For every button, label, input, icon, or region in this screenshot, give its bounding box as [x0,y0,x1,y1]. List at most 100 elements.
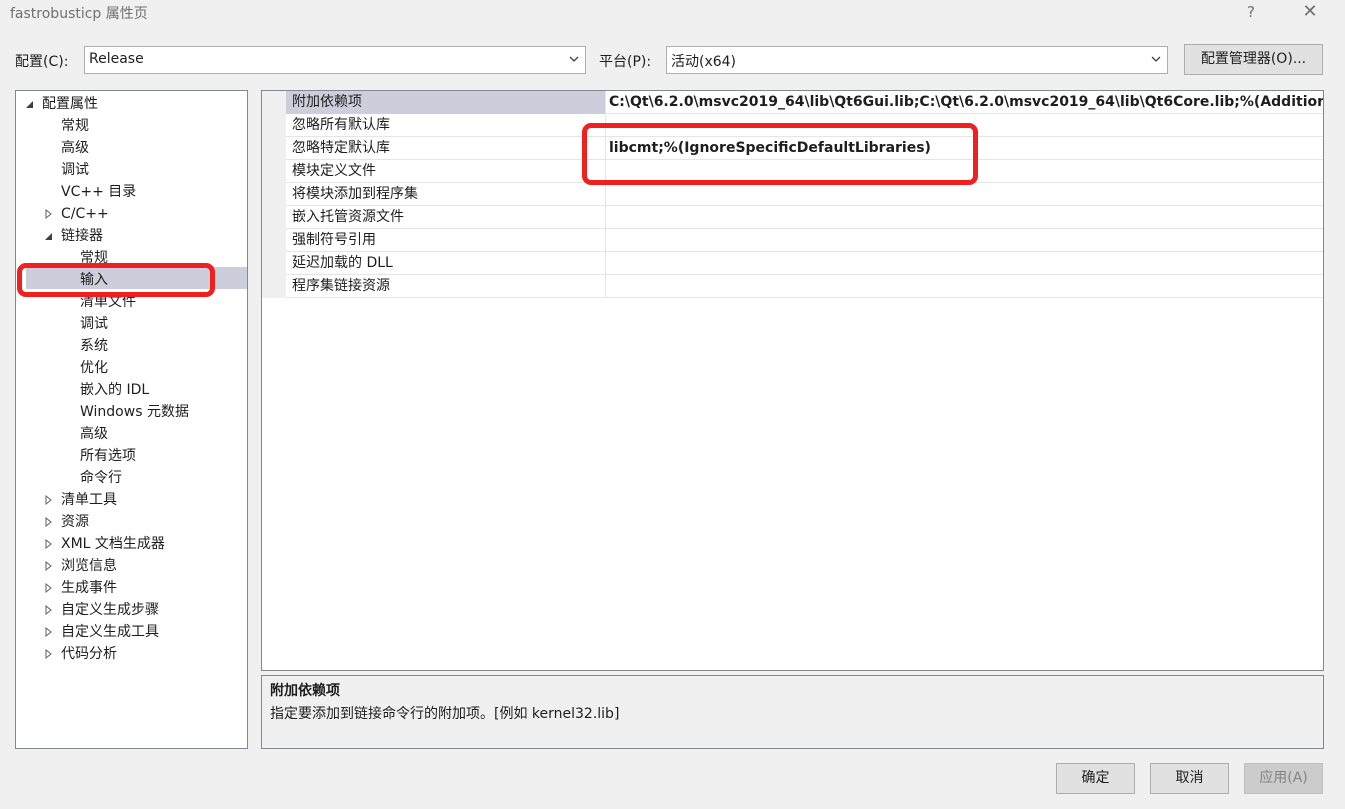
property-name: 程序集链接资源 [292,278,390,294]
config-label: 配置(C): [15,54,69,70]
collapsed-triangle-icon[interactable] [44,577,54,599]
collapsed-triangle-icon[interactable] [44,511,54,533]
collapsed-triangle-icon[interactable] [44,621,54,643]
platform-combobox[interactable]: 活动(x64) [666,46,1168,74]
grid-row[interactable]: 嵌入托管资源文件 [262,206,1323,229]
tree-item-label: 调试 [80,316,108,332]
tree-item[interactable]: 常规 [61,115,89,137]
tree-item[interactable]: 调试 [80,313,108,335]
tree-item[interactable]: 清单工具 [45,489,117,511]
expanded-triangle-icon[interactable] [25,93,35,115]
tree-item-label: 浏览信息 [61,558,117,574]
grid-row-gutter [262,137,286,160]
chevron-down-icon [1151,56,1161,62]
property-name: 忽略特定默认库 [292,140,390,156]
tree-item[interactable]: 配置属性 [26,93,98,115]
description-title: 附加依赖项 [270,683,340,699]
cancel-button[interactable]: 取消 [1150,763,1229,794]
tree-item-label: 嵌入的 IDL [80,382,150,398]
tree-item-label: C/C++ [61,206,109,222]
tree-item[interactable]: 所有选项 [80,445,136,467]
grid-row[interactable]: 程序集链接资源 [262,275,1323,298]
tree-item[interactable]: 资源 [45,511,89,533]
tree-item-label: 清单工具 [61,492,117,508]
tree-item-label: 高级 [80,426,108,442]
tree-item[interactable]: VC++ 目录 [61,181,136,203]
description-text: 指定要添加到链接命令行的附加项。[例如 kernel32.lib] [270,706,620,722]
collapsed-triangle-icon[interactable] [44,489,54,511]
property-name: 模块定义文件 [292,163,376,179]
ok-button[interactable]: 确定 [1056,763,1135,794]
grid-row-gutter [262,206,286,229]
close-button[interactable]: ✕ [1298,1,1322,25]
tree-item-label: 自定义生成工具 [61,624,159,640]
grid-column-divider [605,183,606,206]
grid-row[interactable]: 延迟加载的 DLL [262,252,1323,275]
tree-item[interactable]: 系统 [80,335,108,357]
tree-item[interactable]: Windows 元数据 [80,401,189,423]
config-value: Release [89,51,144,67]
tree-item[interactable]: C/C++ [45,203,109,225]
tree-item[interactable]: 优化 [80,357,108,379]
apply-button[interactable]: 应用(A) [1244,763,1323,794]
collapsed-triangle-icon[interactable] [44,533,54,555]
tree-item[interactable]: 高级 [61,137,89,159]
config-manager-button[interactable]: 配置管理器(O)... [1184,44,1323,75]
property-name: 嵌入托管资源文件 [292,209,404,225]
tree-item[interactable]: 代码分析 [45,643,117,665]
collapsed-triangle-icon[interactable] [44,643,54,665]
grid-row-gutter [262,252,286,275]
grid-row-gutter [262,160,286,183]
tree-item[interactable]: 命令行 [80,467,122,489]
grid-row-gutter [262,183,286,206]
property-tree[interactable]: 配置属性 常规 高级 调试 VC++ 目录 C/C++ 链接器 常规 输入 清单文件 调试 系统 优化嵌… [15,90,248,749]
tree-item-label: 配置属性 [42,96,98,112]
tree-item[interactable]: 自定义生成步骤 [45,599,159,621]
platform-value: 活动(x64) [671,54,737,70]
property-name: 强制符号引用 [292,232,376,248]
window-title: fastrobusticp 属性页 [10,6,148,22]
tree-item[interactable]: 自定义生成工具 [45,621,159,643]
annotation-box-input [17,263,215,297]
expanded-triangle-icon[interactable] [44,225,54,247]
grid-column-divider [605,206,606,229]
tree-item-label: 常规 [61,118,89,134]
tree-item[interactable]: 嵌入的 IDL [80,379,149,401]
grid-row[interactable]: 附加依赖项 C:\Qt\6.2.0\msvc2019_64\lib\Qt6Gui.… [262,91,1323,114]
platform-label-text: 平台(P): [599,54,652,70]
tree-item-label: 资源 [61,514,89,530]
tree-item-label: 优化 [80,360,108,376]
collapsed-triangle-icon[interactable] [44,555,54,577]
tree-item-label: 自定义生成步骤 [61,602,159,618]
title-bar [0,0,1345,28]
config-combobox[interactable]: Release [84,46,586,74]
tree-item-label: 调试 [61,162,89,178]
grid-row[interactable]: 将模块添加到程序集 [262,183,1323,206]
tree-item[interactable]: 生成事件 [45,577,117,599]
tree-item[interactable]: 调试 [61,159,89,181]
collapsed-triangle-icon[interactable] [44,203,54,225]
grid-column-divider [605,252,606,275]
tree-item[interactable]: 浏览信息 [45,555,117,577]
tree-item-label: 高级 [61,140,89,156]
tree-item-label: 所有选项 [80,448,136,464]
property-name: 延迟加载的 DLL [292,255,393,271]
chevron-down-icon [569,56,579,62]
property-name: 忽略所有默认库 [292,117,390,133]
tree-item[interactable]: 链接器 [45,225,103,247]
grid-row-gutter [262,275,286,298]
tree-item[interactable]: XML 文档生成器 [45,533,165,555]
tree-item-label: 代码分析 [61,646,117,662]
property-name: 附加依赖项 [292,94,362,110]
grid-row-gutter [262,229,286,252]
grid-row-gutter [262,91,286,114]
grid-row[interactable]: 强制符号引用 [262,229,1323,252]
tree-item[interactable]: 高级 [80,423,108,445]
tree-item-label: 命令行 [80,470,122,486]
collapsed-triangle-icon[interactable] [44,599,54,621]
grid-column-divider [605,275,606,298]
help-button[interactable]: ? [1240,2,1262,24]
tree-item-label: Windows 元数据 [80,404,189,420]
property-name: 将模块添加到程序集 [292,186,418,202]
property-value[interactable]: C:\Qt\6.2.0\msvc2019_64\lib\Qt6Gui.lib;C… [609,91,1323,114]
